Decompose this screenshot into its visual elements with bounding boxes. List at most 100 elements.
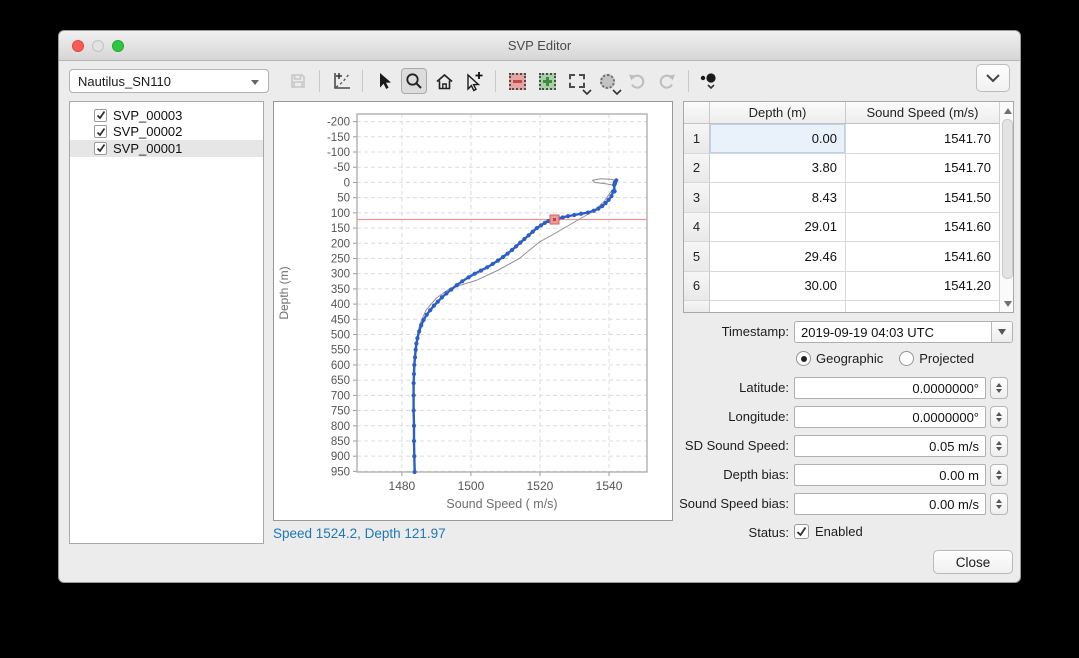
sound-speed-cell[interactable]: 1541.60 [846, 213, 999, 242]
rect-select-button[interactable] [564, 68, 592, 96]
radio-projected-label: Projected [919, 351, 975, 366]
row-number[interactable]: 2 [684, 153, 710, 183]
sd-sound-speed-field[interactable] [794, 435, 986, 457]
sound-speed-cell[interactable]: 1541.60 [846, 242, 999, 272]
status-enabled-control: Enabled [794, 524, 863, 539]
depth-bias-field[interactable] [794, 464, 986, 486]
status-label: Status: [748, 525, 789, 540]
longitude-field[interactable] [794, 406, 986, 428]
radio-geographic[interactable]: Geographic [796, 351, 883, 366]
toolbar: Nautilus_SN110 [59, 61, 1020, 101]
add-selection-icon [538, 72, 556, 90]
table-row: 5 29.46 1541.60 [684, 242, 999, 272]
profile-list[interactable]: SVP_00003 SVP_00002 SVP_00001 [69, 101, 264, 544]
remove-selection-button[interactable] [504, 68, 530, 94]
close-button[interactable]: Close [933, 550, 1013, 574]
table-row: 2 3.80 1541.70 [684, 153, 999, 183]
fit-curve-button[interactable] [328, 68, 354, 94]
depth-cell[interactable]: 29.46 [710, 242, 846, 272]
list-item[interactable]: SVP_00003 [70, 107, 263, 124]
enabled-checkbox[interactable] [794, 524, 809, 539]
scroll-down-icon[interactable] [1000, 296, 1013, 311]
circle-select-button[interactable] [594, 68, 622, 96]
chevron-down-icon [582, 89, 592, 96]
zoom-icon [406, 73, 422, 89]
title-bar[interactable]: SVP Editor [59, 31, 1020, 61]
sound-speed-cell[interactable]: 1541.70 [846, 154, 999, 183]
timestamp-dropdown[interactable]: 2019-09-19 04:03 UTC [794, 321, 1013, 343]
depth-bias-stepper[interactable] [990, 464, 1008, 486]
latitude-field[interactable] [794, 377, 986, 399]
checkbox-checked-icon[interactable] [94, 141, 107, 155]
svp-plot[interactable]: -200 -150 -100 -50 0 50 100 150 200 250 300 350 400 4… [274, 102, 672, 520]
row-number[interactable]: 6 [684, 271, 710, 301]
svg-text:850: 850 [331, 436, 350, 448]
scrollbar-thumb[interactable] [1002, 119, 1013, 279]
row-number[interactable]: 3 [684, 183, 710, 213]
row-number[interactable]: 4 [684, 212, 710, 242]
table-row-clipped [684, 301, 999, 312]
zoom-tool-button[interactable] [401, 68, 427, 94]
home-view-button[interactable] [431, 68, 457, 94]
sound-speed-cell[interactable]: 1541.50 [846, 183, 999, 213]
table-scrollbar[interactable] [999, 102, 1013, 312]
profile-selector[interactable]: Nautilus_SN110 [69, 69, 269, 93]
profile-table[interactable]: Depth (m) Sound Speed (m/s) 1 0.00 1541.70… [683, 101, 1014, 313]
svg-text:300: 300 [331, 269, 350, 281]
row-number[interactable]: 1 [684, 124, 710, 154]
pointer-tool-button[interactable] [371, 68, 397, 94]
list-item-label: SVP_00001 [113, 140, 183, 156]
add-point-tool-button[interactable] [461, 68, 487, 94]
sound-speed-bias-stepper[interactable] [990, 493, 1008, 515]
chevron-down-icon [612, 89, 622, 96]
fit-plot-icon [334, 73, 350, 89]
depth-cell[interactable]: 3.80 [710, 153, 846, 183]
radio-unselected-icon [899, 351, 915, 366]
svg-text:500: 500 [331, 330, 350, 342]
rect-select-icon [569, 74, 585, 88]
longitude-stepper[interactable] [990, 406, 1008, 428]
undo-icon [629, 74, 645, 89]
checkbox-checked-icon[interactable] [94, 108, 107, 122]
sound-speed-bias-field[interactable] [794, 493, 986, 515]
depth-cell[interactable]: 0.00 [710, 124, 846, 154]
zoom-window-icon[interactable] [112, 40, 124, 52]
chevron-down-icon [986, 74, 1000, 83]
close-window-icon[interactable] [72, 40, 84, 52]
svp-editor-window: SVP Editor Nautilus_SN110 SVP_00003 SVP_… [58, 30, 1021, 583]
header-depth: Depth (m) [710, 102, 846, 123]
depth-cell[interactable]: 8.43 [710, 183, 846, 213]
point-size-button[interactable] [697, 68, 723, 94]
svg-text:1480: 1480 [389, 479, 416, 493]
depth-cell[interactable]: 29.01 [710, 212, 846, 242]
longitude-label: Longitude: [728, 409, 789, 424]
list-item[interactable]: SVP_00001 [70, 140, 263, 157]
sound-speed-cell[interactable] [846, 301, 999, 312]
timestamp-dropdown-button[interactable] [991, 322, 1012, 342]
sd-sound-speed-stepper[interactable] [990, 435, 1008, 457]
row-number[interactable] [684, 301, 710, 312]
save-button[interactable] [285, 68, 311, 94]
row-number[interactable]: 5 [684, 242, 710, 272]
sound-speed-cell[interactable]: 1541.70 [846, 124, 999, 154]
toolbar-overflow-button[interactable] [976, 64, 1010, 92]
redo-button[interactable] [654, 68, 680, 94]
chart-panel[interactable]: -200 -150 -100 -50 0 50 100 150 200 250 300 350 400 4… [273, 101, 673, 521]
svg-text:200: 200 [331, 238, 350, 250]
svg-text:950: 950 [331, 466, 350, 478]
depth-cell[interactable] [710, 301, 846, 312]
check-icon [796, 527, 807, 537]
scroll-up-icon[interactable] [1000, 103, 1013, 118]
latitude-stepper[interactable] [990, 377, 1008, 399]
add-selection-button[interactable] [534, 68, 560, 94]
undo-button[interactable] [624, 68, 650, 94]
sound-speed-cell[interactable]: 1541.20 [846, 272, 999, 301]
depth-cell[interactable]: 30.00 [710, 271, 846, 301]
radio-projected[interactable]: Projected [899, 351, 974, 366]
minimize-window-icon[interactable] [92, 40, 104, 52]
table-header: Depth (m) Sound Speed (m/s) [684, 102, 999, 124]
checkbox-checked-icon[interactable] [94, 125, 107, 139]
header-sound-speed: Sound Speed (m/s) [866, 105, 979, 120]
list-item[interactable]: SVP_00002 [70, 124, 263, 141]
radio-geographic-label: Geographic [816, 351, 884, 366]
